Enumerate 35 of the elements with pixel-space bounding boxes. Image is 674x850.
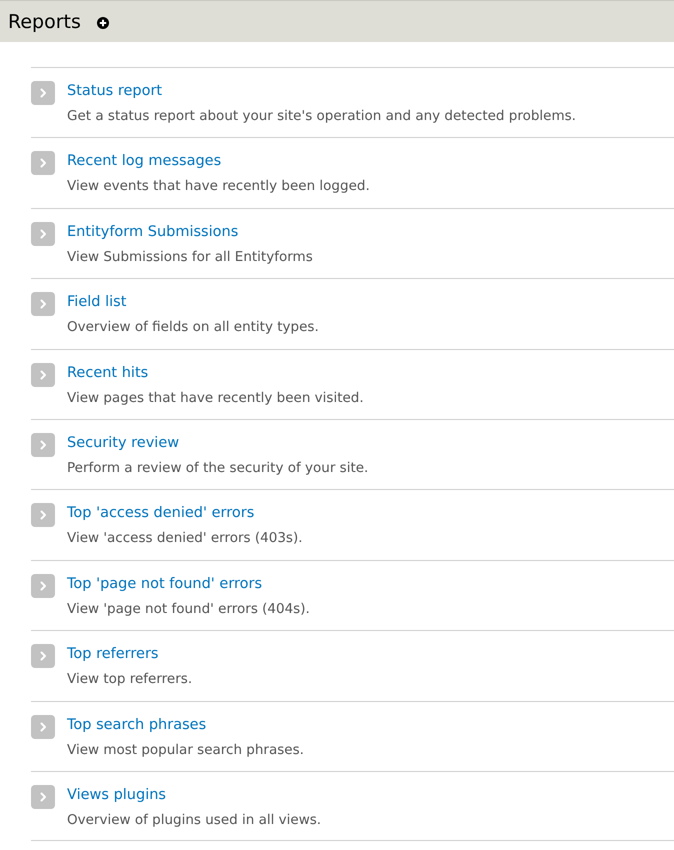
report-description: View 'access denied' errors (403s).: [67, 529, 303, 548]
report-link[interactable]: Top search phrases: [67, 714, 206, 735]
chevron-icon: [31, 81, 55, 105]
report-description: Overview of fields on all entity types.: [67, 318, 319, 336]
report-description: View pages that have recently been visited.: [67, 388, 364, 407]
report-link[interactable]: Status report: [67, 81, 162, 101]
add-shortcut-icon[interactable]: [96, 17, 109, 29]
chevron-icon: [31, 574, 55, 598]
report-link[interactable]: Entityform Submissions: [67, 222, 238, 242]
report-link[interactable]: Field list: [67, 292, 126, 312]
report-link[interactable]: Top 'page not found' errors: [67, 574, 262, 594]
report-description: View most popular search phrases.: [67, 740, 304, 759]
chevron-icon: [31, 784, 55, 809]
report-description: View top referrers.: [67, 670, 192, 688]
chevron-icon: [31, 714, 55, 739]
report-link[interactable]: Top referrers: [67, 644, 158, 664]
report-description: Overview of plugins used in all views.: [67, 810, 322, 829]
report-link[interactable]: Recent log messages: [67, 151, 222, 172]
chevron-icon: [31, 644, 55, 668]
report-description: Perform a review of the security of your site.: [67, 458, 368, 477]
report-description: View Submissions for all Entityforms: [67, 248, 313, 266]
chevron-icon: [31, 222, 55, 246]
chevron-icon: [31, 292, 55, 316]
report-link[interactable]: Views plugins: [67, 784, 166, 805]
chevron-icon: [31, 503, 55, 528]
page-title: Reports: [8, 10, 81, 32]
chevron-icon: [31, 362, 55, 387]
chevron-icon: [31, 151, 55, 176]
report-description: Get a status report about your site's operation and any detected problems.: [67, 107, 576, 125]
chevron-icon: [31, 432, 55, 457]
report-link[interactable]: Security review: [67, 432, 180, 453]
report-description: View events that have recently been logged.: [67, 177, 370, 196]
report-description: View 'page not found' errors (404s).: [67, 600, 310, 618]
report-link[interactable]: Top 'access denied' errors: [67, 503, 254, 524]
report-link[interactable]: Recent hits: [67, 362, 148, 383]
